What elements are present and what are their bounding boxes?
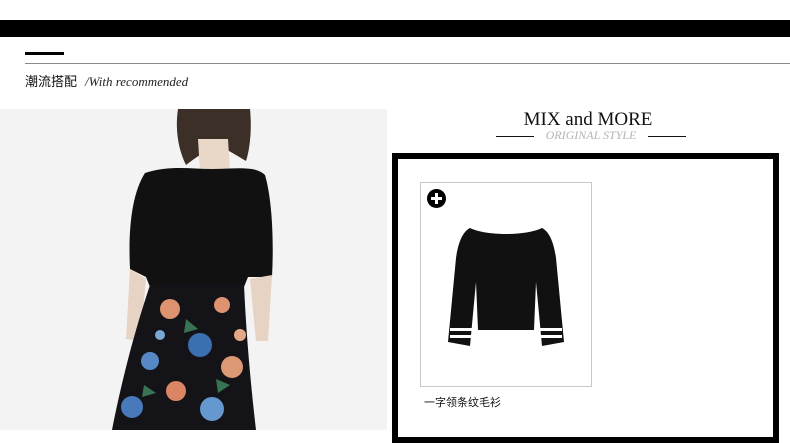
- mix-subtitle-row: ORIGINAL STYLE: [496, 127, 686, 145]
- subtitle-right-line: [648, 136, 686, 137]
- sweater-image[interactable]: [438, 222, 574, 362]
- plus-circle-icon[interactable]: [427, 189, 446, 208]
- section-accent-line: [25, 52, 64, 55]
- model-photo: [0, 109, 387, 430]
- product-name[interactable]: 一字领条纹毛衫: [424, 394, 501, 410]
- section-title-en: /With recommended: [85, 74, 189, 89]
- section-title-cn: 潮流搭配: [25, 75, 78, 90]
- section-heading: 潮流搭配/With recommended: [25, 71, 188, 91]
- section-divider: [25, 63, 790, 64]
- top-black-bar: [0, 20, 790, 37]
- model-illustration: [0, 109, 387, 430]
